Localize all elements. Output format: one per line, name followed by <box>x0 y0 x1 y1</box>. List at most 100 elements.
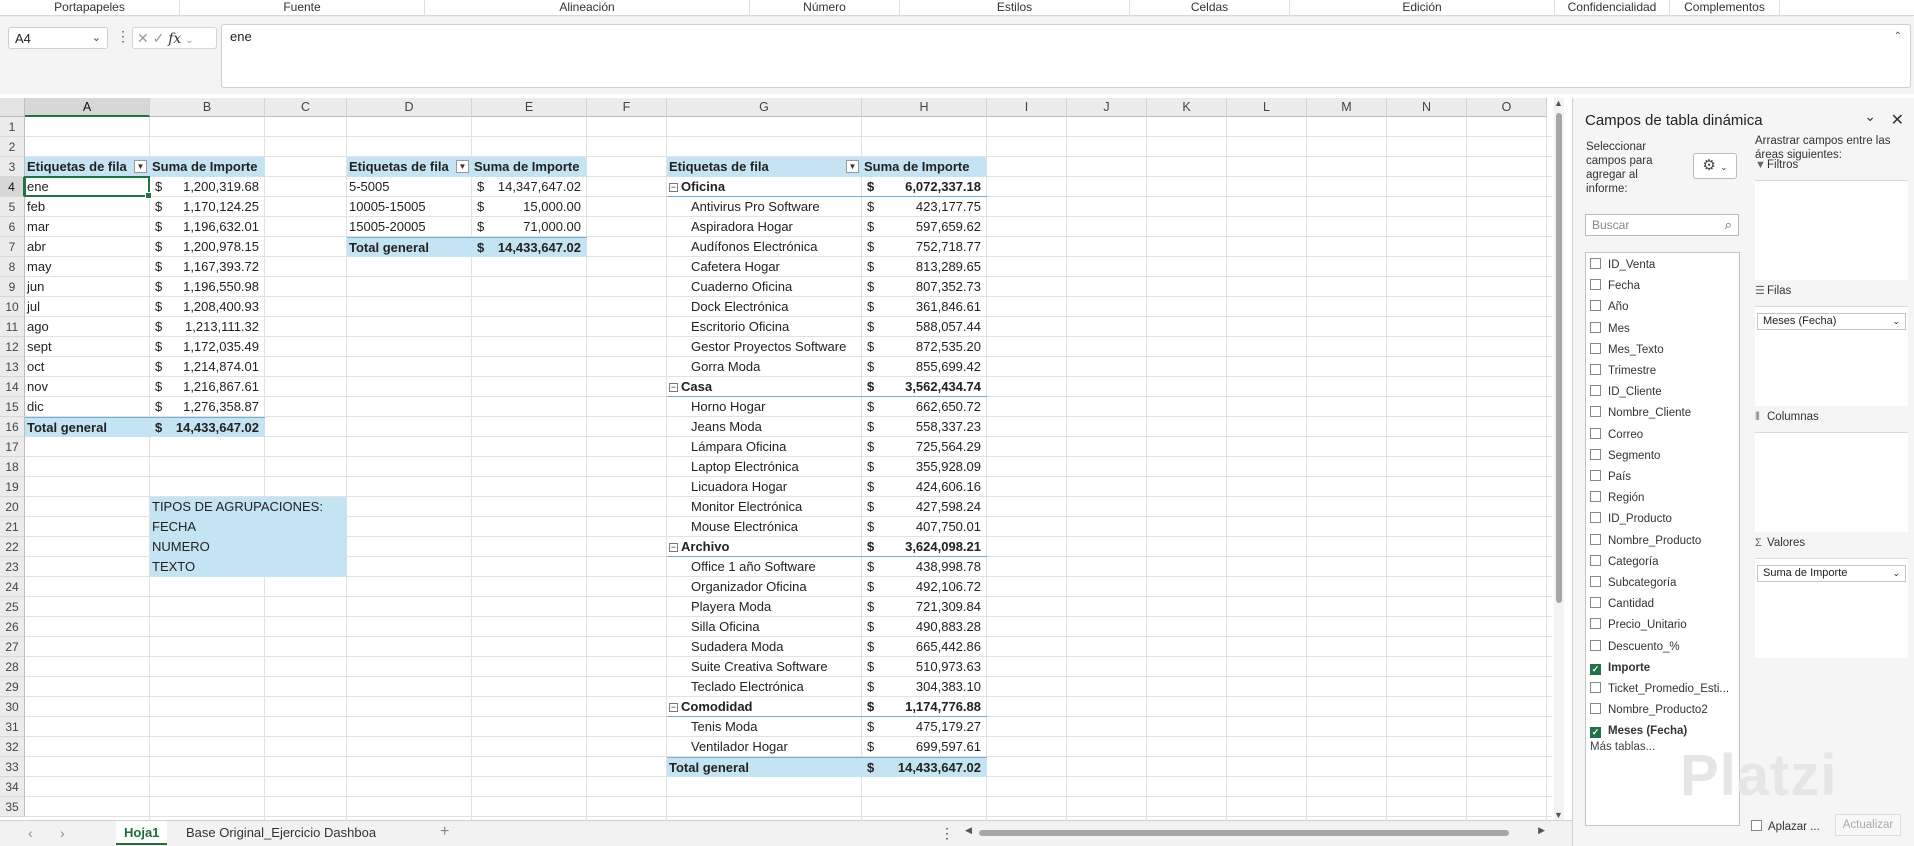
field-checkbox-item[interactable]: Nombre_Producto2 <box>1590 700 1708 721</box>
columns-area[interactable]: ⦀ Columnas <box>1755 408 1908 532</box>
update-button[interactable]: Actualizar <box>1835 814 1901 836</box>
select-all-corner[interactable] <box>0 98 25 117</box>
column-header-o[interactable]: O <box>1467 98 1547 117</box>
filter-dropdown-icon[interactable]: ▼ <box>134 160 147 173</box>
pivot-products-row-label[interactable]: Audífonos Electrónica <box>667 237 862 257</box>
pivot-months-row-label[interactable]: sept <box>25 337 150 357</box>
pivot-products-row-label[interactable]: Jeans Moda <box>667 417 862 437</box>
field-search-input[interactable]: Buscar ⌕ <box>1585 214 1739 236</box>
field-checkbox-item[interactable]: Nombre_Producto <box>1590 531 1701 552</box>
checkbox-icon[interactable] <box>1590 321 1601 333</box>
close-icon[interactable]: ✕ <box>1891 110 1904 130</box>
row-header-9[interactable]: 9 <box>0 277 25 297</box>
column-header-n[interactable]: N <box>1387 98 1467 117</box>
filter-dropdown-icon[interactable]: ▼ <box>456 160 469 173</box>
pivot-products-row-label[interactable]: Office 1 año Software <box>667 557 862 577</box>
scroll-up-icon[interactable]: ▲ <box>1554 98 1563 108</box>
pivot-products-row-label[interactable]: Cuaderno Oficina <box>667 277 862 297</box>
row-header-32[interactable]: 32 <box>0 737 25 757</box>
row-header-8[interactable]: 8 <box>0 257 25 277</box>
rows-area[interactable]: ☰ Filas Meses (Fecha) ⌄ <box>1755 282 1908 406</box>
pivot-products-row-label[interactable]: Silla Oficina <box>667 617 862 637</box>
enter-icon[interactable]: ✓ <box>153 30 165 46</box>
row-header-33[interactable]: 33 <box>0 757 25 777</box>
field-checkbox-item[interactable]: ID_Cliente <box>1590 382 1662 403</box>
collapse-icon[interactable]: − <box>669 383 678 392</box>
row-header-31[interactable]: 31 <box>0 717 25 737</box>
column-header-c[interactable]: C <box>265 98 347 117</box>
chevron-up-icon[interactable]: ⌃ <box>1894 31 1902 42</box>
row-header-7[interactable]: 7 <box>0 237 25 257</box>
checkbox-icon[interactable] <box>1590 703 1601 715</box>
checkbox-icon[interactable] <box>1590 491 1601 503</box>
worksheet-grid[interactable]: A B C D E F G H I J K L M N O 1 2 3 4 5 6 7 8 9 10 11 12 13 14 15 16 17… <box>0 98 1552 820</box>
checkbox-icon[interactable] <box>1590 639 1601 651</box>
row-header-30[interactable]: 30 <box>0 697 25 717</box>
field-checkbox-item[interactable]: Descuento_% <box>1590 637 1680 658</box>
field-checkbox-item[interactable]: Segmento <box>1590 446 1660 467</box>
row-header-19[interactable]: 19 <box>0 477 25 497</box>
defer-update-checkbox[interactable]: Aplazar ... <box>1751 820 1820 833</box>
add-sheet-button[interactable]: + <box>440 823 449 841</box>
row-header-34[interactable]: 34 <box>0 777 25 797</box>
pivot-products-row-label[interactable]: Gorra Moda <box>667 357 862 377</box>
row-header-35[interactable]: 35 <box>0 797 25 817</box>
pivot-products-row-label[interactable]: Gestor Proyectos Software <box>667 337 862 357</box>
filters-area[interactable]: ▼Filtros <box>1755 156 1908 280</box>
row-header-26[interactable]: 26 <box>0 617 25 637</box>
checkbox-icon[interactable] <box>1590 448 1601 460</box>
field-checkbox-item[interactable]: País <box>1590 467 1631 488</box>
rows-dropzone[interactable]: Meses (Fecha) ⌄ <box>1755 306 1908 406</box>
pivot-products-row-label[interactable]: Sudadera Moda <box>667 637 862 657</box>
chevron-down-icon[interactable]: ⌄ <box>1892 566 1900 581</box>
chevron-down-icon[interactable]: ⌄ <box>1892 314 1900 329</box>
column-header-h[interactable]: H <box>862 98 987 117</box>
horizontal-scrollbar[interactable]: ◀ ▶ <box>965 825 1545 838</box>
row-header-10[interactable]: 10 <box>0 297 25 317</box>
checkbox-icon[interactable] <box>1590 258 1601 269</box>
field-checkbox-item[interactable]: ✓ Meses (Fecha) <box>1590 721 1687 742</box>
collapse-icon[interactable]: − <box>669 703 678 712</box>
hscroll-thumb[interactable] <box>979 830 1509 836</box>
tab-hoja1[interactable]: Hoja1 <box>116 821 168 845</box>
field-checkbox-item[interactable]: Precio_Unitario <box>1590 615 1687 636</box>
pivot-ranges-row-label[interactable]: 15005-20005 <box>347 217 472 237</box>
columns-dropzone[interactable] <box>1755 432 1908 532</box>
pivot-products-row-label[interactable]: Horno Hogar <box>667 397 862 417</box>
checkbox-icon[interactable] <box>1590 597 1601 609</box>
prev-sheet-icon[interactable]: ‹ <box>28 825 33 841</box>
more-options-icon[interactable]: ⋮ <box>116 28 130 45</box>
insert-function-icon[interactable]: fx <box>168 31 181 47</box>
field-checkbox-item[interactable]: ✓ Importe <box>1590 658 1650 679</box>
filters-dropzone[interactable] <box>1755 180 1908 280</box>
field-checkbox-item[interactable]: ID_Producto <box>1590 509 1672 530</box>
checkbox-icon[interactable] <box>1590 618 1601 630</box>
pivot-products-group-label[interactable]: − Archivo <box>667 537 862 557</box>
gear-icon[interactable]: ⚙ ⌄ <box>1693 153 1737 179</box>
row-header-14[interactable]: 14 <box>0 377 25 397</box>
checkbox-icon[interactable] <box>1590 300 1601 312</box>
column-header-e[interactable]: E <box>472 98 587 117</box>
pivot-months-header-label[interactable]: Etiquetas de fila ▼ <box>25 157 150 177</box>
checkbox-icon[interactable] <box>1751 820 1762 831</box>
chevron-down-icon[interactable]: ⌄ <box>1864 108 1876 125</box>
column-header-f[interactable]: F <box>587 98 667 117</box>
field-checkbox-item[interactable]: ID_Venta <box>1590 255 1655 276</box>
collapse-icon[interactable]: − <box>669 183 678 192</box>
row-header-24[interactable]: 24 <box>0 577 25 597</box>
checkbox-icon[interactable] <box>1590 682 1601 693</box>
checkbox-icon[interactable] <box>1590 554 1601 566</box>
column-header-d[interactable]: D <box>347 98 472 117</box>
checkbox-icon[interactable] <box>1590 512 1601 524</box>
pivot-months-row-label[interactable]: oct <box>25 357 150 377</box>
row-header-21[interactable]: 21 <box>0 517 25 537</box>
field-checkbox-item[interactable]: Mes_Texto <box>1590 340 1664 361</box>
row-header-4[interactable]: 4 <box>0 177 25 197</box>
column-header-i[interactable]: I <box>987 98 1067 117</box>
row-header-17[interactable]: 17 <box>0 437 25 457</box>
collapse-icon[interactable]: − <box>669 543 678 552</box>
column-header-b[interactable]: B <box>150 98 265 117</box>
values-field-chip[interactable]: Suma de Importe ⌄ <box>1757 565 1906 582</box>
column-header-m[interactable]: M <box>1307 98 1387 117</box>
vertical-scrollbar[interactable]: ▲ ▼ <box>1554 98 1564 820</box>
